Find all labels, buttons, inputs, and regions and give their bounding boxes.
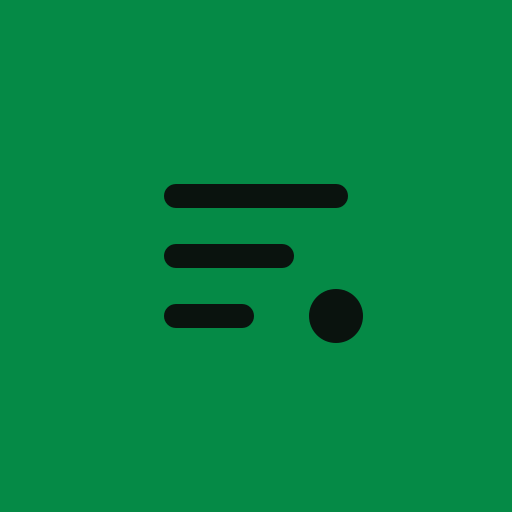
app-icon-canvas (0, 0, 512, 512)
status-dot-icon (309, 289, 363, 343)
queue-with-dot-icon[interactable] (0, 0, 512, 512)
